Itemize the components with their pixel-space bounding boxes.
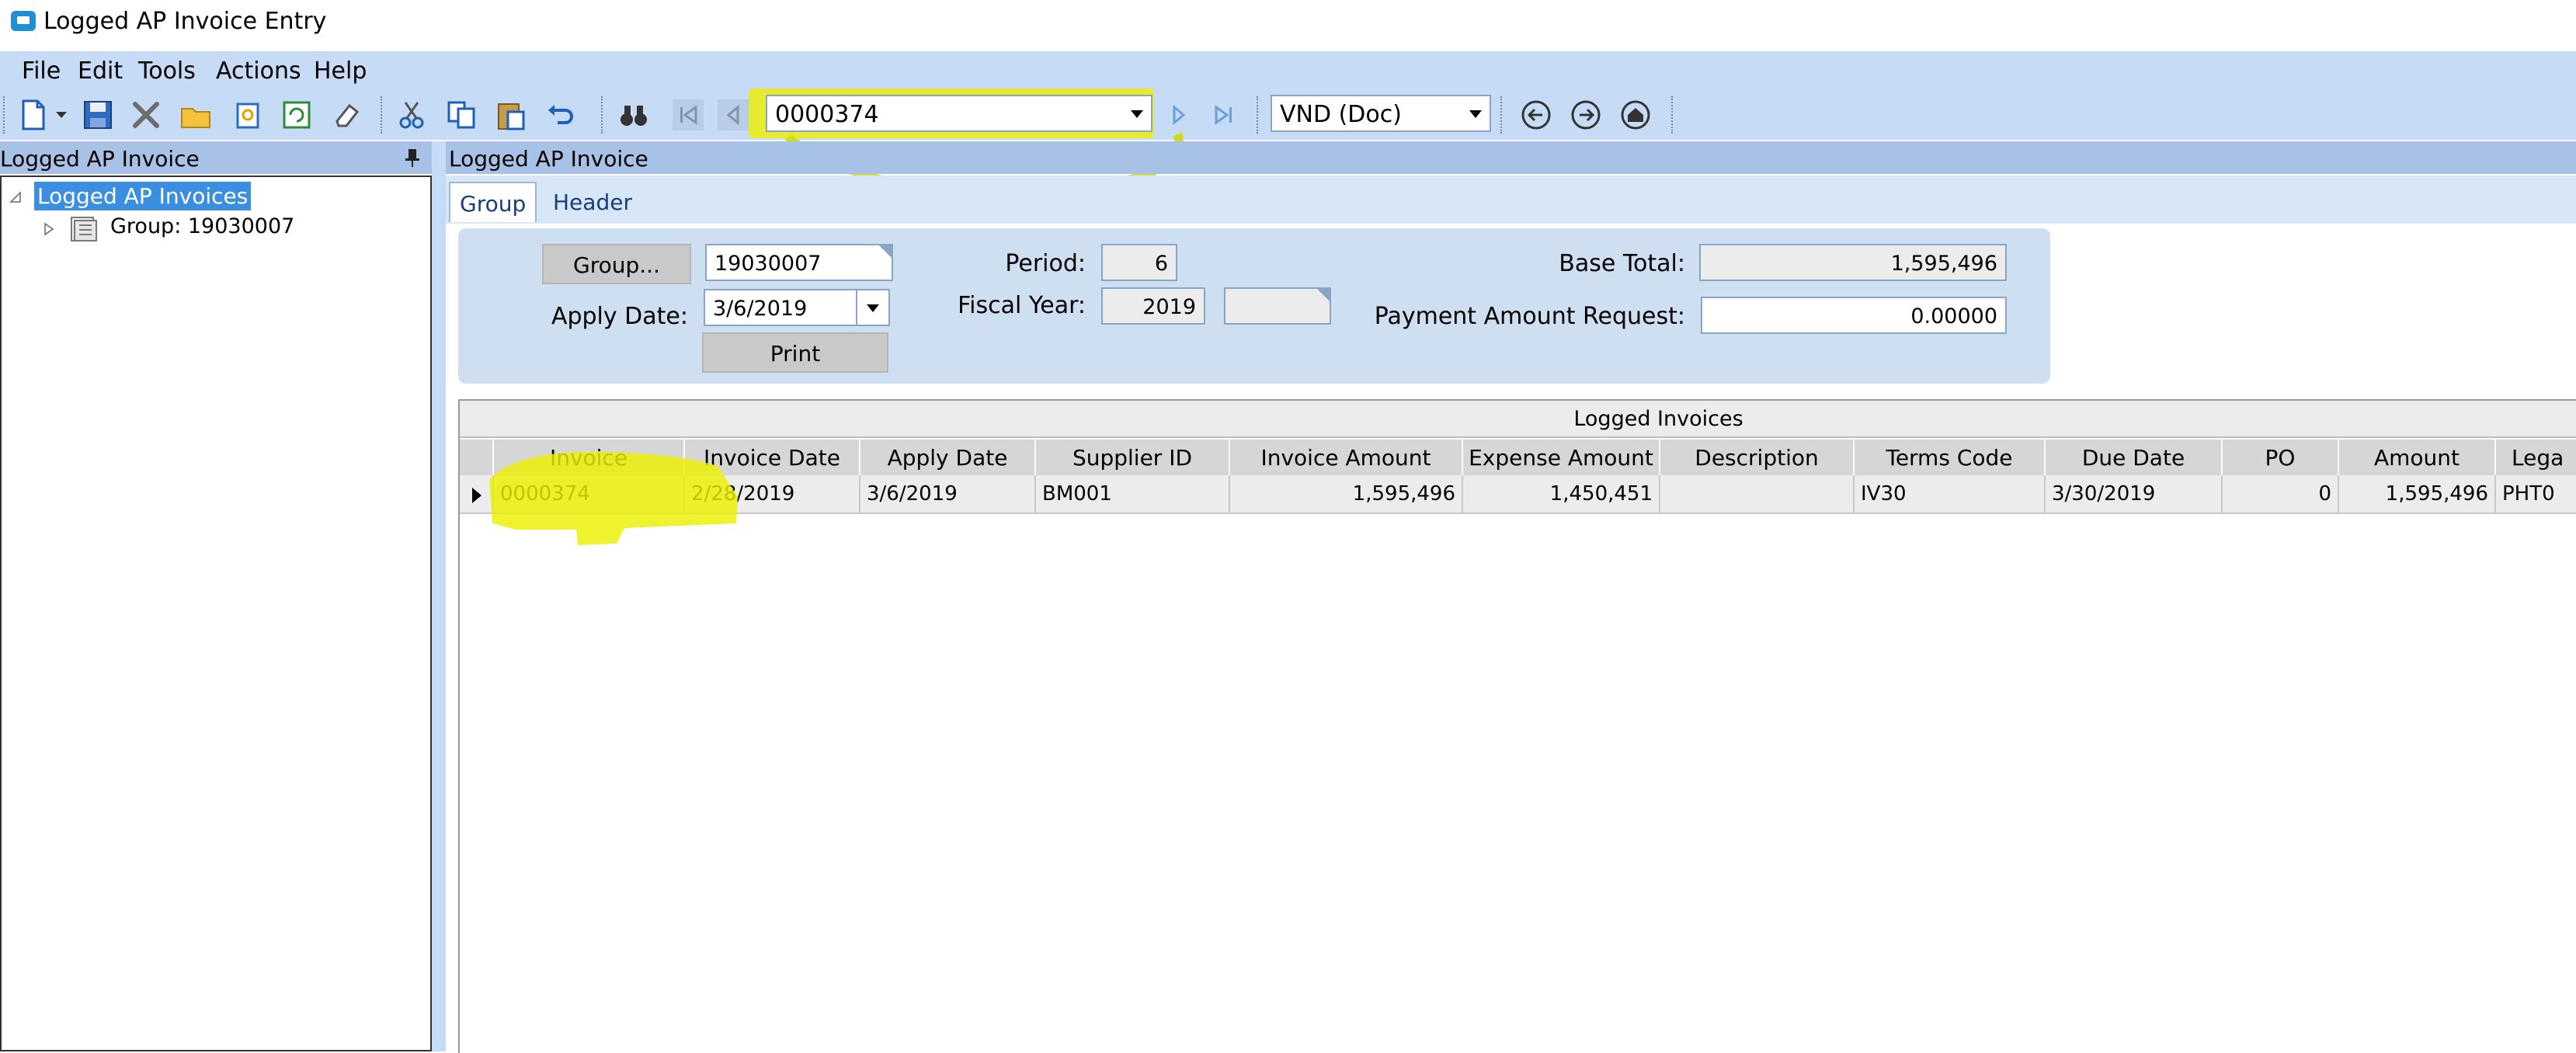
tab-header[interactable]: Header — [544, 182, 641, 222]
refresh-icon[interactable] — [280, 98, 314, 132]
attachments-icon[interactable] — [231, 98, 266, 132]
left-panel-title: Logged AP Invoice — [0, 146, 200, 172]
cell-description[interactable] — [1660, 475, 1855, 514]
column-header-terms-code[interactable]: Terms Code — [1855, 440, 2046, 475]
apply-date-value: 3/6/2019 — [713, 297, 808, 321]
toolbar-separator — [1671, 96, 1676, 134]
base-total-field: 1,595,496 — [1699, 244, 2007, 281]
panel-splitter[interactable] — [432, 141, 446, 1051]
chevron-down-icon[interactable] — [1460, 96, 1490, 130]
next-record-icon[interactable] — [1162, 98, 1196, 132]
previous-record-icon[interactable] — [716, 98, 750, 132]
column-header-po[interactable]: PO — [2223, 440, 2339, 475]
group-button[interactable]: Group... — [542, 244, 691, 284]
fiscal-year-label: Fiscal Year: — [958, 292, 1086, 319]
cell-due-date[interactable]: 3/30/2019 — [2046, 475, 2223, 514]
apply-date-field[interactable]: 3/6/2019 — [704, 289, 890, 326]
new-dropdown-icon[interactable] — [53, 98, 70, 132]
column-header-supplier-id[interactable]: Supplier ID — [1036, 440, 1230, 475]
undo-icon[interactable] — [544, 98, 578, 132]
logged-invoices-grid: Logged Invoices Invoice Invoice Date App… — [458, 399, 2576, 1053]
toolbar: 0000374 VND (Doc) — [0, 89, 2576, 191]
app-icon — [11, 11, 36, 31]
column-header-legal[interactable]: Lega — [2496, 440, 2576, 475]
group-id-field[interactable]: 19030007 — [705, 244, 893, 281]
toolbar-separator — [601, 96, 606, 134]
cell-po[interactable]: 0 — [2223, 475, 2339, 514]
period-field: 6 — [1101, 244, 1177, 281]
cell-invoice-amount[interactable]: 1,595,496 — [1230, 475, 1463, 514]
cell-supplier-id[interactable]: BM001 — [1036, 475, 1230, 514]
column-header-due-date[interactable]: Due Date — [2046, 440, 2223, 475]
title-bar: Logged AP Invoice Entry — [0, 0, 2576, 47]
last-record-icon[interactable] — [1207, 98, 1241, 132]
period-label: Period: — [1005, 250, 1086, 277]
menu-actions[interactable]: Actions — [216, 57, 301, 85]
highlight-invoice-column — [489, 451, 738, 545]
new-document-icon[interactable] — [17, 98, 51, 132]
toolbar-separator — [1257, 96, 1261, 134]
payment-amount-field[interactable]: 0.00000 — [1701, 297, 2007, 334]
column-header-invoice-amount[interactable]: Invoice Amount — [1230, 440, 1463, 475]
tree-node-group[interactable]: Group: 19030007 — [110, 214, 294, 238]
paste-icon[interactable] — [494, 98, 528, 132]
forward-arrow-icon[interactable] — [1569, 98, 1603, 132]
cell-terms-code[interactable]: IV30 — [1855, 475, 2046, 514]
cell-legal[interactable]: PHT0 — [2496, 475, 2576, 514]
menu-help[interactable]: Help — [314, 57, 367, 85]
clear-eraser-icon[interactable] — [329, 98, 363, 132]
print-button[interactable]: Print — [702, 332, 888, 373]
copy-icon[interactable] — [444, 98, 478, 132]
delete-icon[interactable] — [129, 98, 163, 132]
record-selector[interactable]: 0000374 — [766, 95, 1152, 132]
chevron-down-icon[interactable] — [1121, 96, 1151, 130]
window-title: Logged AP Invoice Entry — [43, 8, 327, 35]
cell-expense-amount[interactable]: 1,450,451 — [1463, 475, 1660, 514]
left-panel-header: Logged AP Invoice — [0, 141, 432, 174]
cut-icon[interactable] — [395, 98, 429, 132]
record-selector-value: 0000374 — [775, 101, 879, 128]
column-header-amount[interactable]: Amount — [2339, 440, 2496, 475]
menu-file[interactable]: File — [22, 57, 61, 85]
save-icon[interactable] — [81, 98, 115, 132]
binoculars-search-icon[interactable] — [617, 98, 651, 132]
toolbar-grip — [3, 96, 8, 134]
right-panel-title: Logged AP Invoice — [449, 146, 648, 172]
back-arrow-icon[interactable] — [1519, 98, 1553, 132]
menu-edit[interactable]: Edit — [78, 57, 123, 85]
grid-caption: Logged Invoices — [460, 401, 2576, 438]
payment-amount-label: Payment Amount Request: — [1374, 303, 1685, 330]
right-panel-header: Logged AP Invoice — [446, 141, 2576, 174]
fiscal-year-field: 2019 — [1101, 287, 1205, 325]
open-folder-icon[interactable] — [179, 98, 213, 132]
pin-icon[interactable] — [404, 148, 421, 168]
cell-apply-date[interactable]: 3/6/2019 — [860, 475, 1036, 514]
apply-date-label: Apply Date: — [551, 303, 688, 330]
base-total-label: Base Total: — [1559, 250, 1685, 277]
currency-selector-value: VND (Doc) — [1280, 101, 1402, 128]
tab-group[interactable]: Group — [449, 182, 537, 222]
fiscal-suffix-field — [1224, 287, 1331, 325]
cell-amount[interactable]: 1,595,496 — [2339, 475, 2496, 514]
toolbar-separator — [1500, 96, 1505, 134]
toolbar-separator — [381, 96, 385, 134]
date-dropdown-icon[interactable] — [856, 290, 888, 325]
menu-tools[interactable]: Tools — [138, 57, 196, 85]
tree-node-root[interactable]: Logged AP Invoices — [34, 182, 252, 210]
home-icon[interactable] — [1618, 98, 1653, 132]
tree-expand-icon[interactable] — [43, 222, 54, 236]
tab-strip: Group Header — [446, 176, 2576, 224]
column-header-description[interactable]: Description — [1660, 440, 1855, 475]
tree-collapse-icon[interactable] — [9, 191, 22, 203]
column-header-expense-amount[interactable]: Expense Amount — [1463, 440, 1660, 475]
column-header-apply-date[interactable]: Apply Date — [860, 440, 1036, 475]
tree-view: Logged AP Invoices Group: 19030007 — [0, 176, 432, 1051]
currency-selector[interactable]: VND (Doc) — [1271, 95, 1491, 132]
group-book-icon — [71, 217, 97, 242]
first-record-icon[interactable] — [671, 98, 705, 132]
